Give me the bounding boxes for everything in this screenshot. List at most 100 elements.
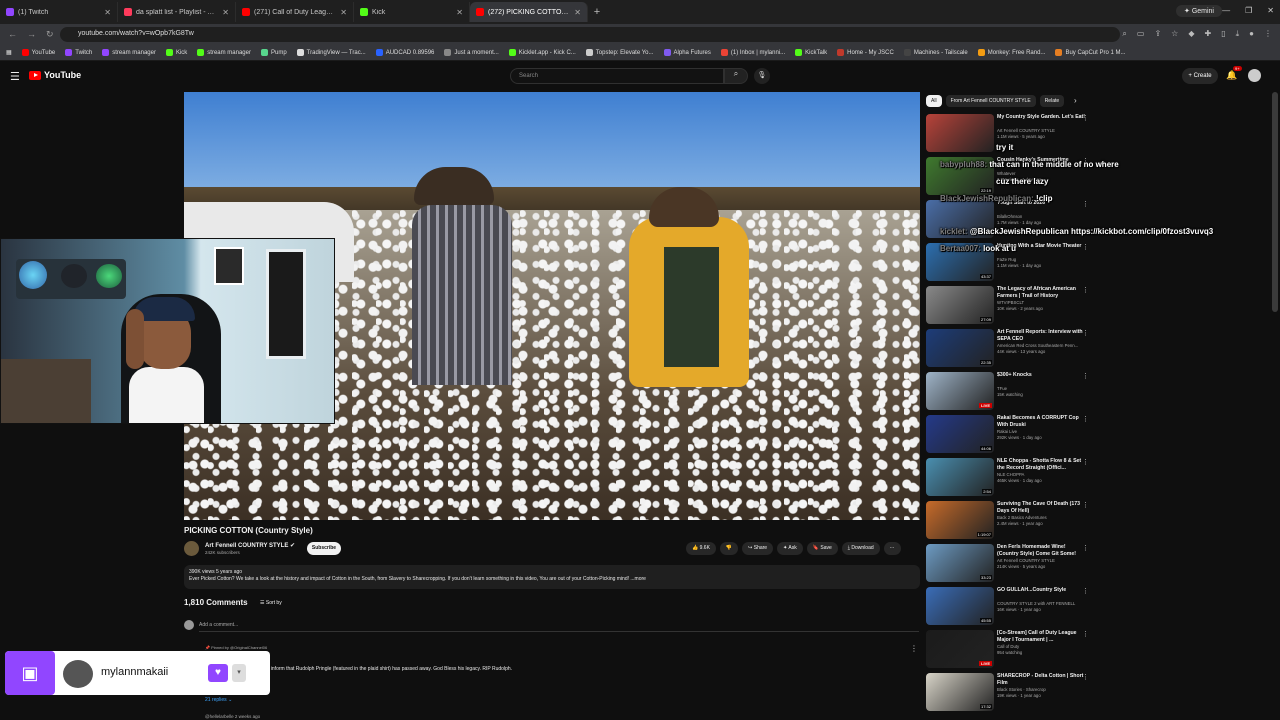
sidebar-icon[interactable]: ▯ [1221, 29, 1225, 39]
recommendation-channel[interactable]: COUNTRY STYLE 2 with ART FENNELL [997, 601, 1075, 606]
recommendation-item[interactable]: 22:35 Art Fennell Reports: Interview with… [926, 329, 1106, 369]
bookmark-item[interactable]: (1) Inbox | mylanni... [720, 49, 785, 56]
reload-icon[interactable]: ↻ [46, 29, 54, 40]
bookmark-item[interactable]: Home - My JSCC [837, 49, 894, 56]
bookmark-item[interactable]: Pump [260, 49, 287, 56]
recommendation-item[interactable]: LIVE $300+ Knocks TFue 15K watching ⋮ [926, 372, 1106, 412]
more-options-icon[interactable]: ⋮ [1082, 243, 1089, 251]
bookmark-star-icon[interactable]: ☆ [1171, 29, 1178, 39]
video-thumbnail[interactable]: 17:32 [926, 673, 994, 711]
recommendation-channel[interactable]: Art Fennell COUNTRY STYLE [997, 558, 1055, 563]
recommendation-channel[interactable]: WTVIPBSCLT [997, 300, 1024, 305]
close-tab-icon[interactable]: ✕ [104, 8, 111, 17]
video-thumbnail[interactable]: 44:06 [926, 415, 994, 453]
recommendation-channel[interactable]: NLE CHOPPA [997, 472, 1024, 477]
like-button[interactable]: 👍 9.6K [686, 542, 716, 555]
bookmark-item[interactable]: KickTalk [795, 49, 827, 56]
bookmark-item[interactable]: Alpha Futures [663, 49, 711, 56]
bookmark-item[interactable]: stream manager [197, 49, 251, 56]
close-tab-icon[interactable]: ✕ [574, 8, 581, 17]
more-options-icon[interactable]: ⋮ [1082, 458, 1089, 466]
recommendation-channel[interactable]: BilalkOhnson [997, 214, 1022, 219]
recommendation-title[interactable]: SHARECROP - Delta Cotton | Short Film [997, 673, 1085, 686]
user-avatar[interactable] [1248, 69, 1261, 82]
video-thumbnail[interactable]: 22:35 [926, 329, 994, 367]
bookmark-item[interactable]: Topstep: Elevate Yo... [585, 49, 654, 56]
more-options-icon[interactable]: ⋮ [1082, 286, 1089, 294]
video-thumbnail[interactable]: 45:55 [926, 587, 994, 625]
recommendation-item[interactable]: My Country Style Garden. Let's Eat! Art F… [926, 114, 1106, 154]
comment-menu-icon[interactable]: ⋮ [910, 644, 918, 653]
recommendation-item[interactable]: 1:19:07 Surviving The Cave Of Death (173 … [926, 501, 1106, 541]
channel-name[interactable]: Art Fennell COUNTRY STYLE ✔ [205, 542, 295, 549]
back-icon[interactable]: ← [8, 29, 17, 40]
recommendation-item[interactable]: 17:32 SHARECROP - Delta Cotton | Short Fi… [926, 673, 1106, 713]
replies-toggle[interactable]: 21 replies ⌄ [205, 697, 232, 703]
chevron-right-icon[interactable]: › [1074, 96, 1077, 105]
recommendation-channel[interactable]: American Red Cross Southeastern Penn... [997, 343, 1078, 348]
recommendation-title[interactable]: Den Ferls Homemade Wine! (Country Style)… [997, 544, 1085, 557]
video-description[interactable]: 390K views 5 years ago Ever Picked Cotto… [184, 565, 920, 589]
save-button[interactable]: 🔖 Save [806, 542, 838, 555]
recommendation-title[interactable]: GO GULLAH...Country Style [997, 587, 1085, 594]
bookmark-item[interactable]: Machines - Tailscale [903, 49, 968, 56]
recommendation-title[interactable]: Rakai Becomes A CORRUPT Cop With Druski [997, 415, 1085, 428]
more-options-icon[interactable]: ⋮ [1082, 329, 1089, 337]
share-icon[interactable]: ⇪ [1154, 29, 1161, 39]
share-button[interactable]: ↪ Share [742, 542, 774, 555]
bookmark-item[interactable]: AUDCAD 0.89596 [375, 49, 434, 56]
more-options-icon[interactable]: ⋮ [1082, 544, 1089, 552]
more-options-icon[interactable]: ⋮ [1082, 501, 1089, 509]
minimize-icon[interactable]: — [1222, 6, 1230, 15]
chip-related[interactable]: Relate [1039, 95, 1065, 107]
recommendation-item[interactable]: 2:54 NLE Choppa - Shotta Flow 8 & Set the… [926, 458, 1106, 498]
recommendation-channel[interactable]: Back 2 Basics Adventures [997, 515, 1047, 520]
video-thumbnail[interactable] [926, 114, 994, 152]
scrollbar[interactable] [1272, 92, 1278, 312]
ask-button[interactable]: ✦ Ask [777, 542, 803, 555]
browser-tab[interactable]: (1) Twitch ✕ [0, 2, 118, 22]
video-thumbnail[interactable]: LIVE [926, 630, 994, 668]
notifications-bell-icon[interactable]: 🔔 [1226, 70, 1237, 81]
chip-from-channel[interactable]: From Art Fennell COUNTRY STYLE [945, 95, 1036, 107]
bookmark-item[interactable]: TradingView — Trac... [296, 49, 366, 56]
more-options-icon[interactable]: ⋮ [1082, 673, 1089, 681]
more-options-icon[interactable]: ⋮ [1082, 372, 1089, 380]
bookmark-item[interactable]: stream manager [102, 49, 156, 56]
bookmark-item[interactable]: Kicklet.app - Kick C... [508, 49, 576, 56]
close-window-icon[interactable]: ✕ [1267, 6, 1274, 15]
recommendation-title[interactable]: Art Fennell Reports: Interview with SEPA… [997, 329, 1085, 342]
maximize-icon[interactable]: ❐ [1245, 6, 1252, 15]
recommendation-title[interactable]: Surviving The Cave Of Death (173 Days Of… [997, 501, 1085, 514]
more-options-icon[interactable]: ⋮ [1082, 200, 1089, 208]
dislike-button[interactable]: 👎 [719, 542, 739, 555]
recommendation-channel[interactable]: FaZe Rug [997, 257, 1016, 262]
bookmark-item[interactable]: Buy CapCut Pro 1 M... [1055, 49, 1125, 56]
browser-tab[interactable]: (271) Call of Duty League Major ✕ [236, 2, 354, 22]
close-tab-icon[interactable]: ✕ [222, 8, 229, 17]
video-thumbnail[interactable]: 1:19:07 [926, 501, 994, 539]
recommendation-item[interactable]: 33:23 Den Ferls Homemade Wine! (Country S… [926, 544, 1106, 584]
recommendation-item[interactable]: 44:06 Rakai Becomes A CORRUPT Cop With Dr… [926, 415, 1106, 455]
recommendation-item[interactable]: 27:09 The Legacy of African American Farm… [926, 286, 1106, 326]
download-icon[interactable]: ⤓ [1236, 29, 1240, 39]
browser-tab[interactable]: Kick ✕ [354, 2, 470, 22]
recommendation-channel[interactable]: Art Fennell COUNTRY STYLE [997, 128, 1055, 133]
more-options-icon[interactable]: ⋮ [1082, 630, 1089, 638]
youtube-logo[interactable]: YouTube [29, 70, 81, 80]
subscribe-button[interactable]: Subscribe [307, 542, 341, 555]
more-actions-button[interactable]: ⋯ [883, 542, 901, 555]
browser-tab[interactable]: da splatt list - Playlist - Apple ✕ [118, 2, 236, 22]
browser-tab-active[interactable]: (272) PICKING COTTON (Country ✕ [470, 2, 588, 22]
video-thumbnail[interactable]: 33:23 [926, 544, 994, 582]
url-field[interactable]: youtube.com/watch?v=wOpb7kG8Tw [60, 27, 1120, 42]
apps-grid-icon[interactable]: ▦ [6, 49, 12, 56]
close-tab-icon[interactable]: ✕ [340, 8, 347, 17]
profile-avatar[interactable]: ● [1249, 29, 1254, 39]
bookmark-item[interactable]: Just a moment... [444, 49, 499, 56]
create-button[interactable]: + Create [1182, 68, 1218, 84]
channel-avatar[interactable] [184, 541, 199, 556]
bookmark-item[interactable]: Twitch [65, 49, 92, 56]
close-tab-icon[interactable]: ✕ [456, 8, 463, 17]
recommendation-channel[interactable]: Rakai Live [997, 429, 1017, 434]
